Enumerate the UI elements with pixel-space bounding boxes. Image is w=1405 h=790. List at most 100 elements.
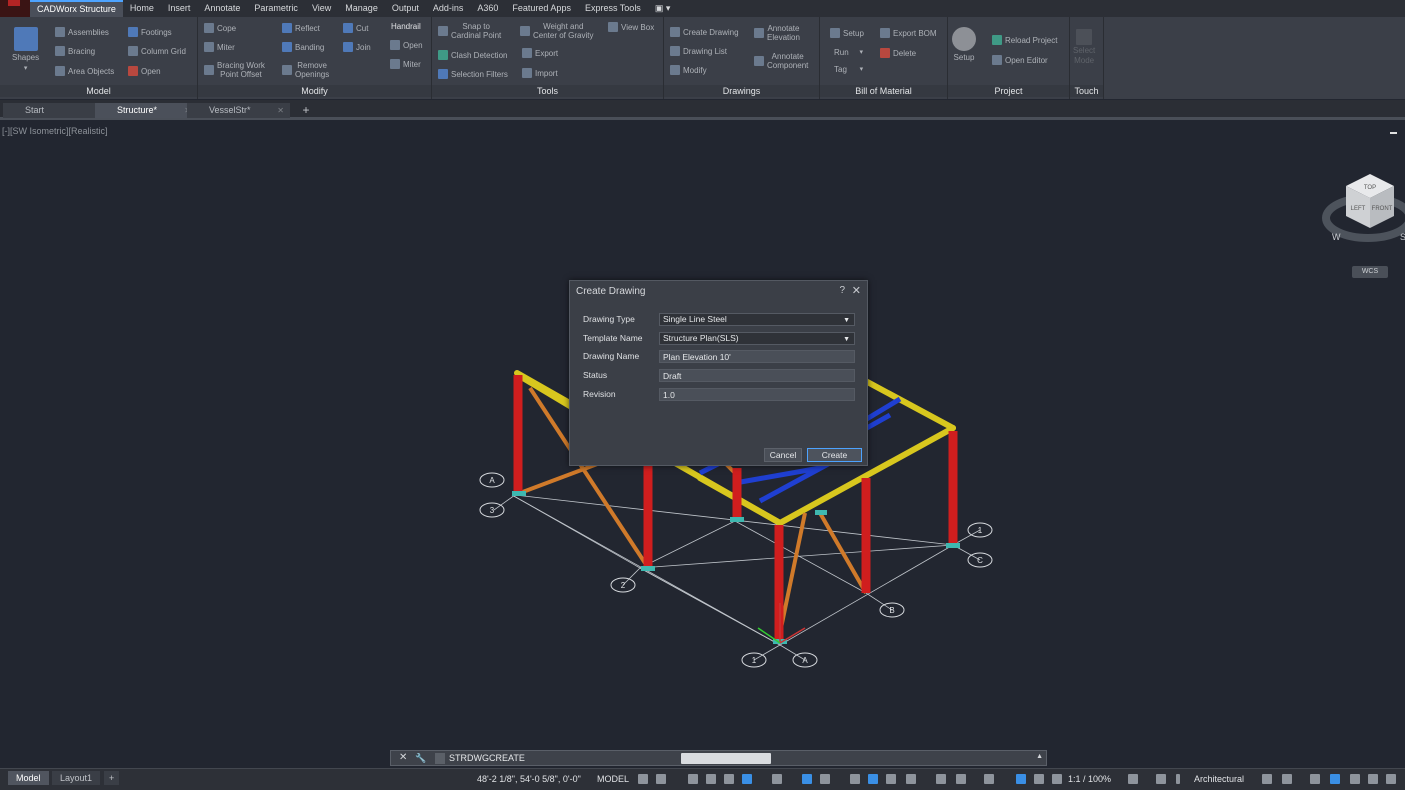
selection-filter-icon[interactable]	[956, 774, 966, 784]
object-snap-tracking-icon[interactable]	[802, 774, 812, 784]
drawings-modify-button[interactable]: Modify	[670, 65, 707, 75]
bom-delete-button[interactable]: Delete	[880, 48, 916, 58]
status-input[interactable]	[659, 369, 855, 382]
wcs-button[interactable]: WCS	[1352, 266, 1388, 278]
tab-manage[interactable]: Manage	[338, 0, 385, 17]
miter-button[interactable]: Miter	[204, 42, 235, 52]
command-history-icons[interactable]	[681, 753, 771, 764]
model-space-toggle[interactable]: MODEL	[597, 774, 629, 784]
doc-tab-vesselstr[interactable]: VesselStr* ✕	[187, 103, 290, 118]
annotation-scale-select[interactable]: 1:1 / 100%	[1068, 774, 1111, 784]
bom-setup-button[interactable]: Setup	[830, 28, 864, 38]
column-grid-button[interactable]: Column Grid	[128, 46, 186, 56]
bracing-work-point-offset-button[interactable]: Bracing Work Point Offset	[204, 61, 265, 79]
snap-mode-icon[interactable]	[656, 774, 666, 784]
object-snap-icon[interactable]	[820, 774, 830, 784]
dynamic-input-icon[interactable]	[706, 774, 716, 784]
close-icon[interactable]: ✕	[277, 103, 284, 118]
hardware-acceleration-icon[interactable]	[1330, 774, 1340, 784]
tab-view[interactable]: View	[305, 0, 338, 17]
isodraft-icon[interactable]	[772, 774, 782, 784]
close-icon[interactable]: ✕	[852, 284, 861, 297]
area-objects-button[interactable]: Area Objects	[55, 66, 114, 76]
annotation-visibility-icon[interactable]	[1016, 774, 1026, 784]
drawing-type-select[interactable]: Single Line Steel ▼	[659, 313, 855, 326]
dynamic-ucs-icon[interactable]	[936, 774, 946, 784]
tools-import-button[interactable]: Import	[522, 68, 558, 78]
annotation-monitor-icon[interactable]	[1156, 774, 1166, 784]
transparency-icon[interactable]	[868, 774, 878, 784]
tab-output[interactable]: Output	[385, 0, 426, 17]
tab-add-ins[interactable]: Add-ins	[426, 0, 471, 17]
model-open-button[interactable]: Open	[128, 66, 161, 76]
annotate-elevation-button[interactable]: Annotate Elevation	[754, 24, 800, 42]
footings-button[interactable]: Footings	[128, 27, 172, 37]
export-bom-button[interactable]: Export BOM	[880, 28, 937, 38]
run-dropdown[interactable]: Run ▾	[834, 48, 863, 57]
view-box-button[interactable]: View Box	[608, 22, 654, 32]
units-select[interactable]: Architectural	[1194, 774, 1244, 784]
layout-tab-model[interactable]: Model	[8, 771, 49, 785]
polar-tracking-icon[interactable]	[742, 774, 752, 784]
3d-object-snap-icon[interactable]	[906, 774, 916, 784]
banding-button[interactable]: Banding	[282, 42, 324, 52]
create-drawing-button[interactable]: Create Drawing	[670, 27, 739, 37]
ribbon-options-icon[interactable]: ▣ ▾	[648, 0, 678, 17]
help-icon[interactable]: ?	[839, 285, 845, 296]
tab-home[interactable]: Home	[123, 0, 161, 17]
viewcube[interactable]: TOP LEFT FRONT W S	[1320, 168, 1405, 278]
tab-cadworx-structure[interactable]: CADWorx Structure	[30, 0, 123, 17]
select-mode-button[interactable]: Select Mode	[1073, 29, 1095, 65]
weight-center-of-gravity-button[interactable]: Weight and Center of Gravity	[520, 22, 593, 40]
snap-to-cardinal-point-button[interactable]: Snap to Cardinal Point	[438, 22, 501, 40]
chevron-up-icon[interactable]: ▲	[1036, 753, 1043, 760]
reload-project-button[interactable]: Reload Project	[992, 35, 1057, 45]
doc-tab-start[interactable]: Start	[3, 103, 103, 118]
fullscreen-icon[interactable]	[1386, 774, 1396, 784]
assemblies-button[interactable]: Assemblies	[55, 27, 109, 37]
tab-a360[interactable]: A360	[470, 0, 505, 17]
selection-cycling-icon[interactable]	[886, 774, 896, 784]
add-layout-button[interactable]: +	[104, 771, 120, 785]
lineweight-icon[interactable]	[850, 774, 860, 784]
gizmo-icon[interactable]	[984, 774, 994, 784]
create-button[interactable]: Create	[807, 448, 862, 462]
tab-parametric[interactable]: Parametric	[247, 0, 305, 17]
customization-icon[interactable]	[1368, 774, 1378, 784]
reflect-button[interactable]: Reflect	[282, 23, 320, 33]
infer-constraints-icon[interactable]	[688, 774, 698, 784]
project-setup-button[interactable]: Setup	[952, 27, 976, 62]
tab-insert[interactable]: Insert	[161, 0, 198, 17]
bracing-button[interactable]: Bracing	[55, 46, 95, 56]
revision-input[interactable]	[659, 388, 855, 401]
auto-scale-icon[interactable]	[1034, 774, 1044, 784]
command-line[interactable]: ✕ 🔧 STRDWGCREATE ▲	[390, 750, 1047, 766]
tools-export-button[interactable]: Export	[522, 48, 558, 58]
cope-button[interactable]: Cope	[204, 23, 236, 33]
clean-screen-icon[interactable]	[1350, 774, 1360, 784]
new-tab-button[interactable]: +	[298, 103, 314, 118]
selection-filters-button[interactable]: Selection Filters	[438, 69, 508, 79]
open-editor-button[interactable]: Open Editor	[992, 55, 1048, 65]
tab-annotate[interactable]: Annotate	[197, 0, 247, 17]
clash-detection-button[interactable]: Clash Detection	[438, 50, 507, 60]
template-name-select[interactable]: Structure Plan(SLS) ▼	[659, 332, 855, 345]
handrail-miter-button[interactable]: Miter	[390, 59, 421, 69]
tab-featured-apps[interactable]: Featured Apps	[505, 0, 578, 17]
drawing-name-input[interactable]	[659, 350, 855, 363]
lock-ui-icon[interactable]	[1282, 774, 1292, 784]
drawing-list-button[interactable]: Drawing List	[670, 46, 727, 56]
quick-properties-icon[interactable]	[1262, 774, 1272, 784]
tag-dropdown[interactable]: Tag ▾	[834, 65, 863, 74]
isolate-objects-icon[interactable]	[1310, 774, 1320, 784]
workspace-gear-icon[interactable]	[1128, 774, 1138, 784]
close-icon[interactable]: ✕	[399, 752, 407, 763]
shapes-button[interactable]: Shapes ▾	[12, 27, 39, 73]
grid-icon[interactable]	[638, 774, 648, 784]
annotate-component-button[interactable]: Annotate Component	[754, 52, 808, 70]
handrail-open-button[interactable]: Open	[390, 40, 423, 50]
join-button[interactable]: Join	[343, 42, 371, 52]
remove-openings-button[interactable]: Remove Openings	[282, 61, 329, 79]
ortho-icon[interactable]	[724, 774, 734, 784]
wrench-icon[interactable]: 🔧	[415, 753, 426, 764]
